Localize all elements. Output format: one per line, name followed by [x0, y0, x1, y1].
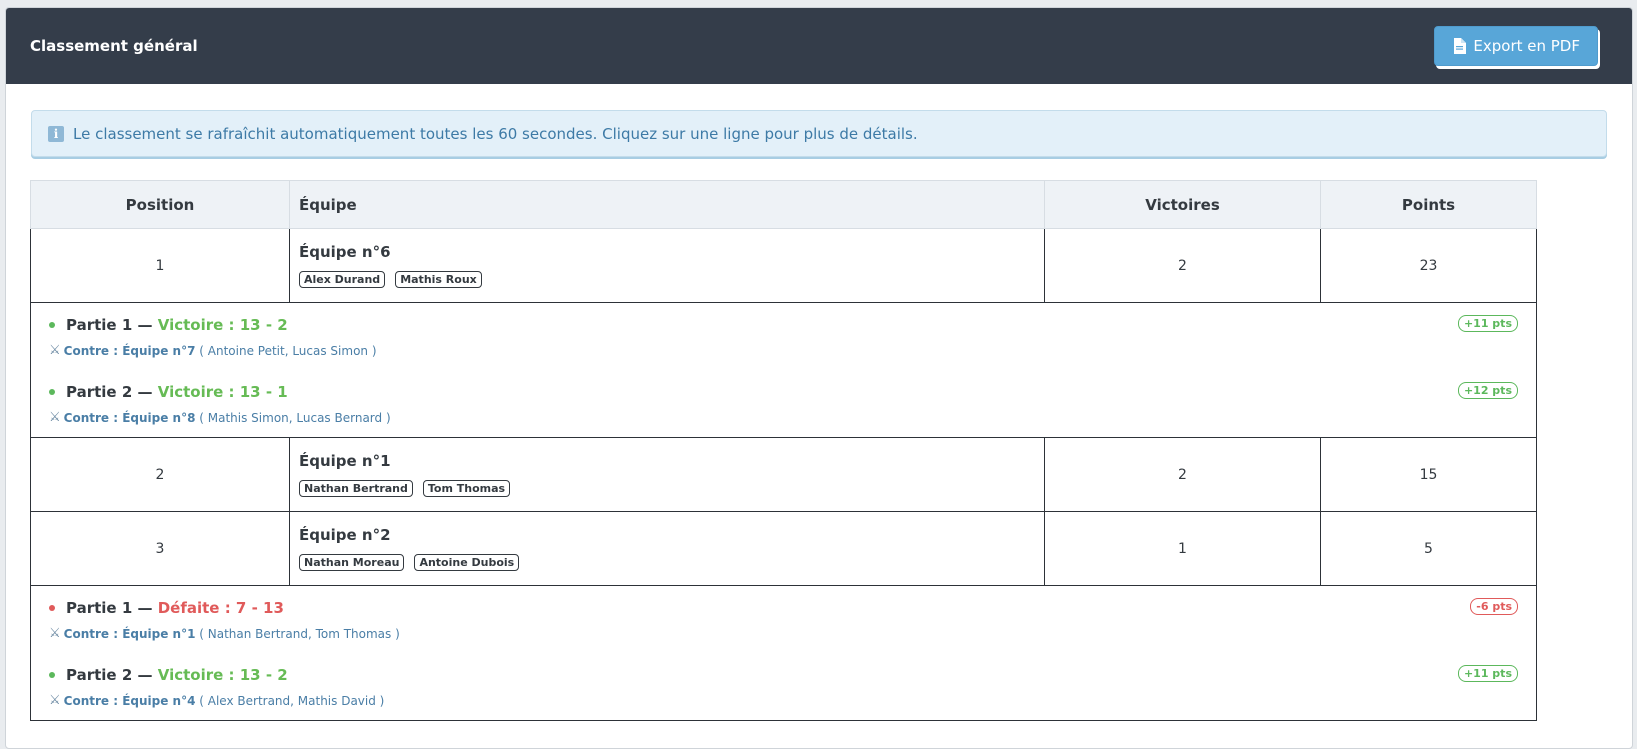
- team-cell: Équipe n°1 Nathan Bertrand Tom Thomas: [289, 437, 1045, 512]
- column-header-points: Points: [1320, 180, 1537, 229]
- wins-cell: 2: [1044, 228, 1321, 303]
- column-header-team: Équipe: [289, 180, 1045, 229]
- points-change-badge: -6 pts: [1470, 598, 1518, 615]
- points-change-badge: +11 pts: [1457, 315, 1518, 332]
- match-title: Partie 2: [66, 666, 133, 684]
- wins-cell: 2: [1044, 437, 1321, 512]
- match-result: Victoire : 13 - 1: [157, 383, 288, 401]
- player-badge: Tom Thomas: [422, 480, 511, 497]
- position-cell: 2: [30, 437, 290, 512]
- win-dot-icon: [49, 672, 55, 678]
- column-header-position: Position: [30, 180, 290, 229]
- match-separator: —: [132, 316, 158, 334]
- table-header-row: Position Équipe Victoires Points: [30, 180, 1537, 229]
- opponent-members: ( Alex Bertrand, Mathis David ): [195, 693, 385, 708]
- match-details-row: Partie 1 — Défaite : 7 - 13 ⚔ Contre : É…: [30, 585, 1537, 721]
- match-result: Victoire : 13 - 2: [157, 666, 288, 684]
- opponent-members: ( Mathis Simon, Lucas Bernard ): [195, 410, 391, 425]
- match-details-row: Partie 1 — Victoire : 13 - 2 ⚔ Contre : …: [30, 302, 1537, 438]
- team-name: Équipe n°1: [299, 452, 391, 470]
- info-alert: i Le classement se rafraîchit automatiqu…: [31, 110, 1607, 157]
- crossed-swords-icon: ⚔: [49, 410, 61, 425]
- file-icon: [1452, 37, 1466, 55]
- match-item: Partie 2 — Victoire : 13 - 2 ⚔ Contre : …: [31, 653, 1536, 720]
- match-item: Partie 1 — Victoire : 13 - 2 ⚔ Contre : …: [31, 303, 1536, 370]
- match-title: Partie 1: [66, 316, 133, 334]
- win-dot-icon: [49, 389, 55, 395]
- wins-cell: 1: [1044, 511, 1321, 586]
- match-item: Partie 2 — Victoire : 13 - 1 ⚔ Contre : …: [31, 370, 1536, 437]
- opponent-team: Contre : Équipe n°4: [63, 693, 196, 708]
- card-header: Classement général Export en PDF: [6, 8, 1632, 84]
- opponent-team: Contre : Équipe n°8: [63, 410, 196, 425]
- match-title: Partie 1: [66, 599, 133, 617]
- match-separator: —: [132, 599, 158, 617]
- match-result: Victoire : 13 - 2: [157, 316, 288, 334]
- player-badge: Nathan Moreau: [299, 554, 405, 571]
- player-badges: Nathan Moreau Antoine Dubois: [299, 554, 1043, 571]
- column-header-wins: Victoires: [1044, 180, 1321, 229]
- position-cell: 1: [30, 228, 290, 303]
- opponent-team: Contre : Équipe n°1: [63, 626, 196, 641]
- table-row[interactable]: 3 Équipe n°2 Nathan Moreau Antoine Duboi…: [30, 511, 1537, 586]
- points-cell: 23: [1320, 228, 1537, 303]
- info-icon: i: [48, 125, 64, 142]
- team-cell: Équipe n°2 Nathan Moreau Antoine Dubois: [289, 511, 1045, 586]
- opponent-team: Contre : Équipe n°7: [63, 343, 196, 358]
- position-cell: 3: [30, 511, 290, 586]
- player-badge: Mathis Roux: [395, 271, 482, 288]
- crossed-swords-icon: ⚔: [49, 626, 61, 641]
- player-badge: Antoine Dubois: [414, 554, 520, 571]
- match-separator: —: [132, 666, 158, 684]
- export-pdf-label: Export en PDF: [1473, 37, 1580, 55]
- table-row[interactable]: 1 Équipe n°6 Alex Durand Mathis Roux 2 2…: [30, 228, 1537, 303]
- team-name: Équipe n°2: [299, 526, 391, 544]
- page-title: Classement général: [30, 37, 198, 55]
- table-row[interactable]: 2 Équipe n°1 Nathan Bertrand Tom Thomas …: [30, 437, 1537, 512]
- opponent-members: ( Nathan Bertrand, Tom Thomas ): [195, 626, 400, 641]
- match-separator: —: [132, 383, 158, 401]
- win-dot-icon: [49, 322, 55, 328]
- ranking-card: Classement général Export en PDF i Le cl…: [5, 7, 1633, 749]
- match-item: Partie 1 — Défaite : 7 - 13 ⚔ Contre : É…: [31, 586, 1536, 653]
- points-cell: 5: [1320, 511, 1537, 586]
- points-change-badge: +11 pts: [1457, 665, 1518, 682]
- ranking-table: Position Équipe Victoires Points 1 Équip…: [30, 180, 1537, 721]
- crossed-swords-icon: ⚔: [49, 343, 61, 358]
- player-badge: Nathan Bertrand: [299, 480, 413, 497]
- export-pdf-button[interactable]: Export en PDF: [1434, 26, 1598, 66]
- team-cell: Équipe n°6 Alex Durand Mathis Roux: [289, 228, 1045, 303]
- info-text: Le classement se rafraîchit automatiquem…: [73, 124, 918, 143]
- loss-dot-icon: [49, 605, 55, 611]
- opponent-members: ( Antoine Petit, Lucas Simon ): [195, 343, 377, 358]
- player-badges: Alex Durand Mathis Roux: [299, 271, 1043, 288]
- player-badges: Nathan Bertrand Tom Thomas: [299, 480, 1043, 497]
- points-change-badge: +12 pts: [1457, 382, 1518, 399]
- points-cell: 15: [1320, 437, 1537, 512]
- team-name: Équipe n°6: [299, 243, 391, 261]
- match-result: Défaite : 7 - 13: [157, 599, 284, 617]
- match-title: Partie 2: [66, 383, 133, 401]
- player-badge: Alex Durand: [299, 271, 386, 288]
- crossed-swords-icon: ⚔: [49, 693, 61, 708]
